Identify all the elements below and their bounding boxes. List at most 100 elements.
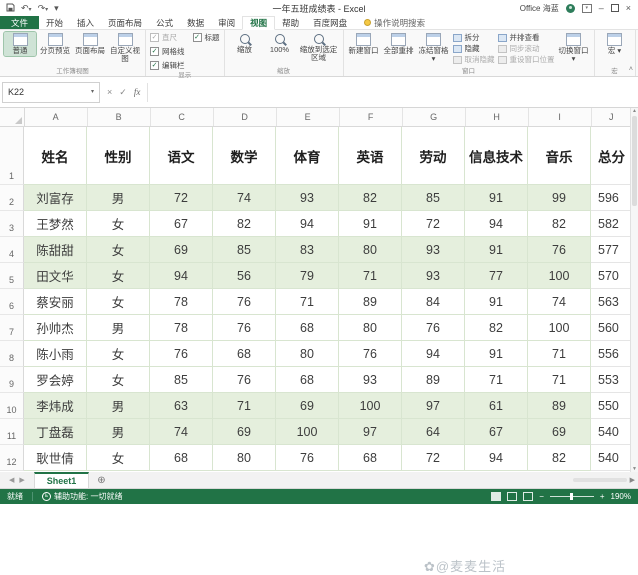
button-macros[interactable]: 宏 ▾ [599, 32, 631, 56]
row-header-2[interactable]: 2 [0, 185, 24, 211]
row-header-8[interactable]: 8 [0, 341, 24, 367]
cell-r5c10[interactable]: 570 [591, 263, 631, 289]
cell-r3c7[interactable]: 72 [402, 211, 465, 237]
cell-r7c9[interactable]: 100 [528, 315, 591, 341]
cell-r12c3[interactable]: 68 [150, 445, 213, 471]
button-页面布局[interactable]: 页面布局 [74, 32, 106, 56]
vertical-scrollbar[interactable]: ▲ ▼ [630, 108, 638, 472]
cell-r1c4[interactable]: 数学 [213, 127, 276, 185]
minimize-button[interactable]: – [599, 3, 604, 13]
name-box[interactable]: K22 ▾ [2, 81, 100, 103]
cell-r7c8[interactable]: 82 [465, 315, 528, 341]
cell-r6c6[interactable]: 89 [339, 289, 402, 315]
save-icon[interactable] [6, 3, 15, 14]
vertical-scroll-thumb[interactable] [632, 116, 637, 206]
column-header-G[interactable]: G [403, 108, 466, 126]
column-header-D[interactable]: D [214, 108, 277, 126]
cell-r8c9[interactable]: 71 [528, 341, 591, 367]
column-header-A[interactable]: A [25, 108, 88, 126]
cell-r5c2[interactable]: 女 [87, 263, 150, 289]
check-直尺[interactable]: ✓ 直尺 [150, 32, 185, 43]
cell-r5c9[interactable]: 100 [528, 263, 591, 289]
button-切换窗口[interactable]: 切换窗口 ▾ [558, 32, 590, 64]
checkbox-直尺[interactable]: ✓ [150, 33, 159, 42]
cell-r1c9[interactable]: 音乐 [528, 127, 591, 185]
cell-r10c9[interactable]: 89 [528, 393, 591, 419]
cell-r1c5[interactable]: 体育 [276, 127, 339, 185]
cell-r11c6[interactable]: 97 [339, 419, 402, 445]
cell-r7c1[interactable]: 孙帅杰 [24, 315, 87, 341]
row-header-7[interactable]: 7 [0, 315, 24, 341]
cell-r3c1[interactable]: 王梦然 [24, 211, 87, 237]
cell-r4c2[interactable]: 女 [87, 237, 150, 263]
cell-r8c2[interactable]: 女 [87, 341, 150, 367]
cancel-icon[interactable]: × [107, 87, 112, 97]
collapse-ribbon-icon[interactable]: ˄ [629, 66, 633, 73]
cell-r11c10[interactable]: 540 [591, 419, 631, 445]
cell-r4c4[interactable]: 85 [213, 237, 276, 263]
cell-r12c6[interactable]: 68 [339, 445, 402, 471]
row-header-10[interactable]: 10 [0, 393, 24, 419]
cell-r10c1[interactable]: 李炜成 [24, 393, 87, 419]
column-header-C[interactable]: C [151, 108, 214, 126]
enter-icon[interactable]: ✓ [119, 87, 127, 98]
tell-me-search[interactable]: 操作说明搜索 [364, 16, 425, 29]
column-header-B[interactable]: B [88, 108, 151, 126]
cell-r3c4[interactable]: 82 [213, 211, 276, 237]
cell-r9c4[interactable]: 76 [213, 367, 276, 393]
cell-r4c9[interactable]: 76 [528, 237, 591, 263]
ribbon-tab-文件[interactable]: 文件 [0, 16, 40, 29]
cell-r6c10[interactable]: 563 [591, 289, 631, 315]
cell-r4c7[interactable]: 93 [402, 237, 465, 263]
prev-sheet-icon[interactable]: ◀ [9, 476, 14, 484]
cell-r11c8[interactable]: 67 [465, 419, 528, 445]
cell-r7c4[interactable]: 76 [213, 315, 276, 341]
accessibility-status[interactable]: ♿ 辅助功能: 一切就绪 [42, 491, 122, 502]
cell-r4c1[interactable]: 陈甜甜 [24, 237, 87, 263]
cell-r7c6[interactable]: 80 [339, 315, 402, 341]
cell-r9c6[interactable]: 93 [339, 367, 402, 393]
cell-r12c2[interactable]: 女 [87, 445, 150, 471]
cell-r5c6[interactable]: 71 [339, 263, 402, 289]
cell-r11c3[interactable]: 74 [150, 419, 213, 445]
cell-r6c8[interactable]: 91 [465, 289, 528, 315]
cell-r9c2[interactable]: 女 [87, 367, 150, 393]
cell-r2c5[interactable]: 93 [276, 185, 339, 211]
cell-r3c10[interactable]: 582 [591, 211, 631, 237]
cell-r6c1[interactable]: 蔡安丽 [24, 289, 87, 315]
cell-r4c3[interactable]: 69 [150, 237, 213, 263]
checkbox-网格线[interactable]: ✓ [150, 47, 159, 56]
cell-r3c9[interactable]: 82 [528, 211, 591, 237]
ribbon-tab-视图[interactable]: 视图 [242, 16, 276, 30]
cell-r11c9[interactable]: 69 [528, 419, 591, 445]
next-sheet-icon[interactable]: ▶ [19, 476, 24, 484]
scroll-up-icon[interactable]: ▲ [632, 108, 637, 114]
customize-qat-icon[interactable]: ▾ [54, 3, 59, 13]
check-编辑栏[interactable]: ✓ 编辑栏 [150, 60, 185, 71]
cell-r4c8[interactable]: 91 [465, 237, 528, 263]
cell-r2c8[interactable]: 91 [465, 185, 528, 211]
cell-r9c1[interactable]: 罗会婷 [24, 367, 87, 393]
cell-r2c6[interactable]: 82 [339, 185, 402, 211]
select-all-corner[interactable] [0, 108, 25, 126]
column-header-I[interactable]: I [529, 108, 592, 126]
scroll-right-icon[interactable]: ▶ [630, 476, 635, 484]
cell-r2c2[interactable]: 男 [87, 185, 150, 211]
row-header-4[interactable]: 4 [0, 237, 24, 263]
cell-r9c7[interactable]: 89 [402, 367, 465, 393]
cell-r12c10[interactable]: 540 [591, 445, 631, 471]
cell-r10c3[interactable]: 63 [150, 393, 213, 419]
cell-r1c2[interactable]: 性别 [87, 127, 150, 185]
row-header-1[interactable]: 1 [0, 127, 24, 185]
cell-r2c3[interactable]: 72 [150, 185, 213, 211]
cell-r2c7[interactable]: 85 [402, 185, 465, 211]
cell-r11c7[interactable]: 64 [402, 419, 465, 445]
cell-r10c5[interactable]: 69 [276, 393, 339, 419]
cell-r9c8[interactable]: 71 [465, 367, 528, 393]
cell-r10c7[interactable]: 97 [402, 393, 465, 419]
cell-r2c9[interactable]: 99 [528, 185, 591, 211]
cell-r8c5[interactable]: 80 [276, 341, 339, 367]
row-header-9[interactable]: 9 [0, 367, 24, 393]
cell-r8c1[interactable]: 陈小雨 [24, 341, 87, 367]
horizontal-scrollbar[interactable]: ▶ [572, 472, 638, 488]
